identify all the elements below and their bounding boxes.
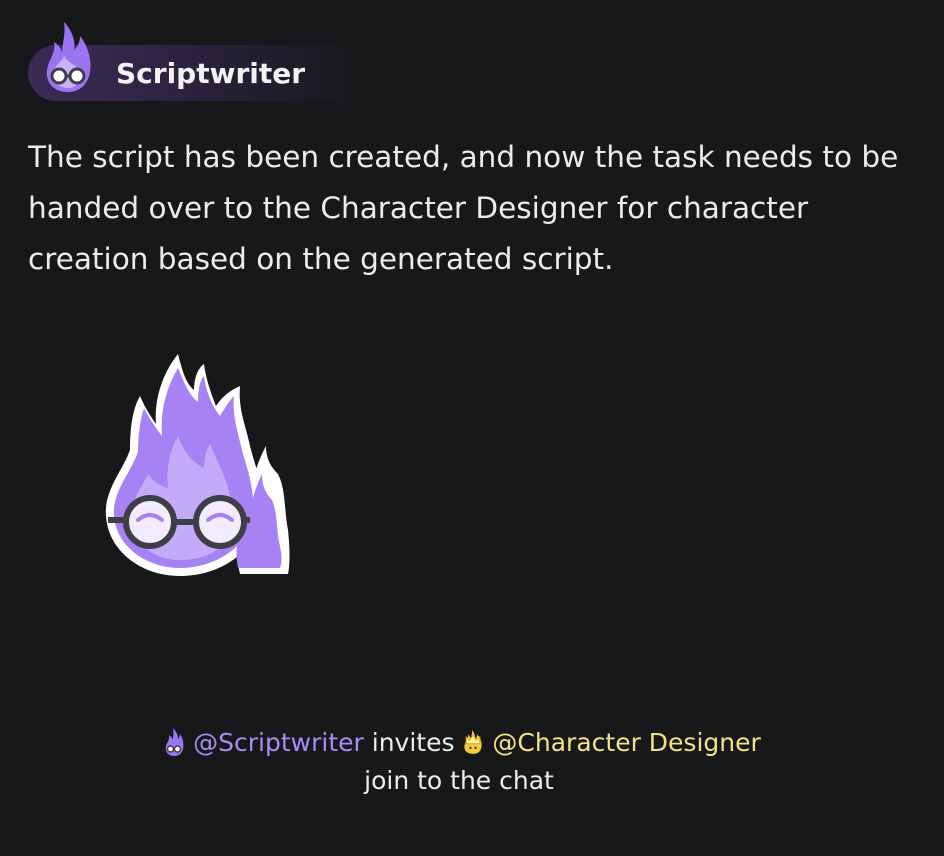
inviter-mention[interactable]: @Scriptwriter [193, 728, 364, 757]
invite-suffix: join to the chat [364, 766, 554, 795]
purple-flame-icon [165, 728, 184, 756]
invite-verb: invites [371, 728, 455, 757]
invitee-mention[interactable]: @Character Designer [492, 728, 760, 757]
purple-flame-with-glasses-sticker [105, 354, 290, 576]
purple-flame-with-glasses-icon[interactable] [36, 16, 100, 96]
message-text: The script has been created, and now the… [28, 140, 899, 276]
sender-name[interactable]: Scriptwriter [116, 56, 305, 92]
invite-notice: @Scriptwriter invites @Character Designe… [0, 726, 924, 760]
yellow-crown-flame-icon [464, 730, 483, 754]
